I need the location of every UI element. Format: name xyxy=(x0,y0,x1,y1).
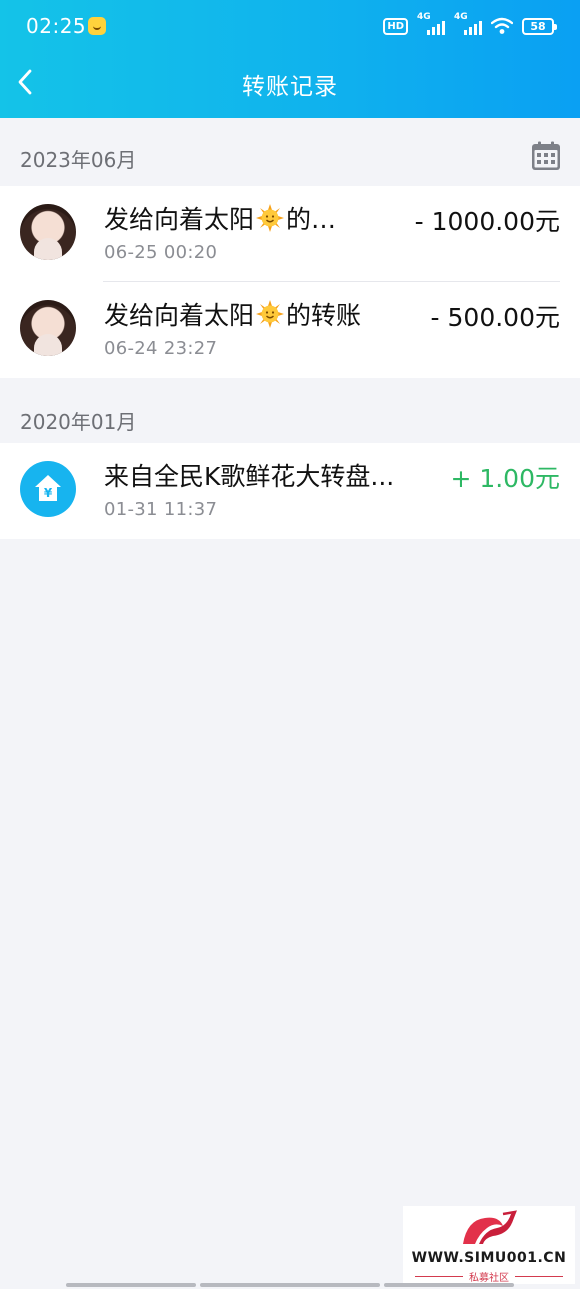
transfer-title: 发给向着太阳 的转账 xyxy=(104,300,362,330)
section-header: 2023年06月 xyxy=(0,118,580,186)
signal-icon: 4G xyxy=(454,12,482,36)
hd-icon: HD xyxy=(383,17,408,35)
wifi-icon xyxy=(491,17,513,35)
list-item[interactable]: 发给向着太阳 的转账 06-24 23:27 - 500.00元 xyxy=(0,282,580,378)
transfer-amount: - 500.00元 xyxy=(430,303,560,332)
list-item[interactable]: 发给向着太阳 的… 06-25 00:20 - 1000.00元 xyxy=(0,186,580,282)
transfer-amount: - 1000.00元 xyxy=(414,207,560,236)
transfer-list: ¥ 来自全民K歌鲜花大转盘... 01-31 11:37 + 1.00元 xyxy=(0,443,580,539)
nav-bar: 转账记录 xyxy=(0,48,580,118)
gesture-bar xyxy=(200,1283,380,1287)
transfer-time: 06-25 00:20 xyxy=(104,242,218,263)
watermark-name: 私募社区 xyxy=(403,1269,575,1284)
section-header: 2020年01月 xyxy=(0,379,580,443)
calendar-button[interactable] xyxy=(530,140,562,172)
avatar xyxy=(20,300,76,356)
watermark-logo xyxy=(463,1210,517,1244)
status-indicators: HD 4G 4G 58 xyxy=(383,12,557,36)
watermark-url: WWW.SIMU001.CN xyxy=(411,1250,567,1266)
transfer-time: 06-24 23:27 xyxy=(104,338,218,359)
transfer-amount: + 1.00元 xyxy=(450,464,560,493)
calendar-icon xyxy=(532,141,560,170)
transfer-title: 发给向着太阳 的… xyxy=(104,204,337,234)
yuan-house-icon: ¥ xyxy=(20,461,76,517)
battery-icon: 58 xyxy=(522,17,557,35)
gesture-bar xyxy=(66,1283,196,1287)
avatar xyxy=(20,204,76,260)
transfer-title: 来自全民K歌鲜花大转盘... xyxy=(104,462,395,491)
transfer-list: 发给向着太阳 的… 06-25 00:20 - 1000.00元 发给向着太阳 … xyxy=(0,186,580,378)
watermark: WWW.SIMU001.CN 私募社区 xyxy=(403,1206,575,1284)
svg-text:¥: ¥ xyxy=(44,486,53,500)
month-label: 2020年01月 xyxy=(20,410,137,434)
signal-icon: 4G xyxy=(417,12,445,36)
status-time: 02:25 xyxy=(26,14,87,38)
sun-emoji-icon xyxy=(256,300,285,328)
page-title: 转账记录 xyxy=(242,74,338,100)
list-item[interactable]: ¥ 来自全民K歌鲜花大转盘... 01-31 11:37 + 1.00元 xyxy=(0,443,580,539)
sun-emoji-icon xyxy=(256,204,285,232)
app-notification-icon xyxy=(88,17,106,35)
transfer-time: 01-31 11:37 xyxy=(104,499,218,520)
month-label: 2023年06月 xyxy=(20,148,137,172)
gesture-bar xyxy=(384,1283,514,1287)
status-bar: 02:25 HD 4G 4G 58 xyxy=(0,0,580,48)
